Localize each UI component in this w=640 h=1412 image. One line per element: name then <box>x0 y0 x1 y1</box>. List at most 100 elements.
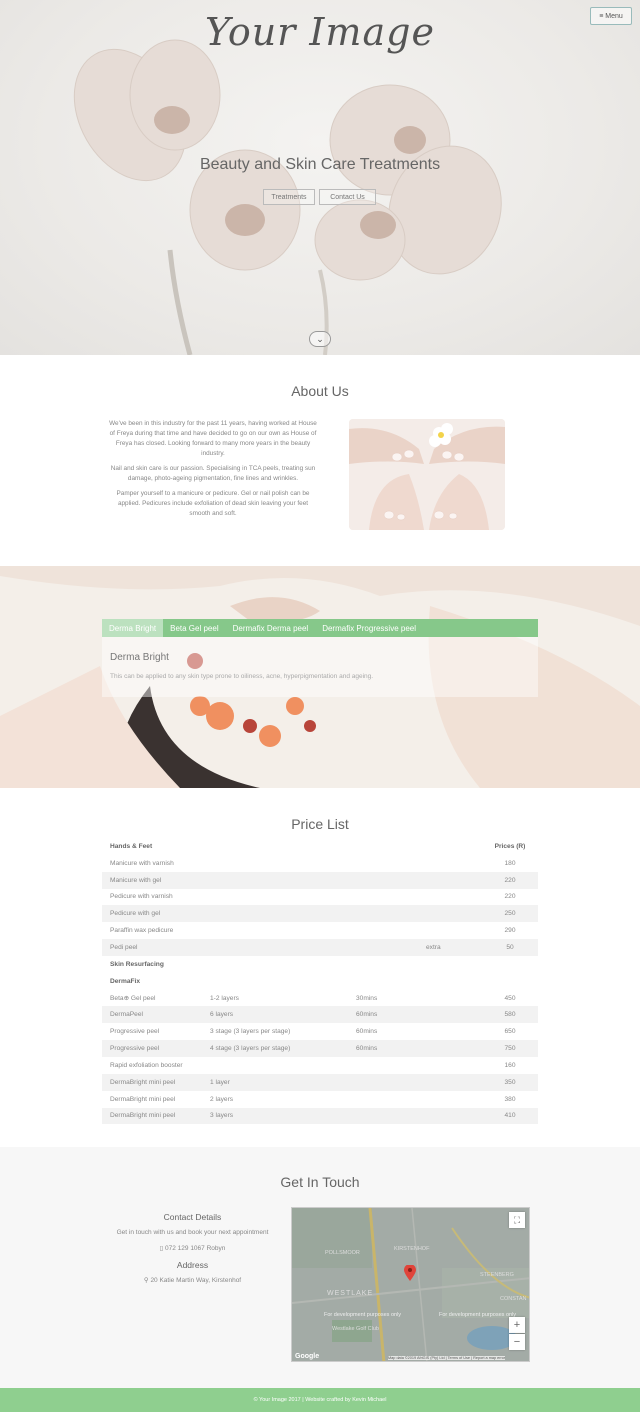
treatment-panel-title: Derma Bright <box>110 652 169 663</box>
mobile-phone-icon: ▯ <box>159 1245 164 1252</box>
about-text: We've been in this industry for the past… <box>108 419 318 524</box>
footer-text: © Your Image 2017 | Website crafted by K… <box>253 1397 387 1403</box>
tab-dermafix-derma-peel[interactable]: Dermafix Derma peel <box>226 619 316 637</box>
map-google-logo: Google <box>295 1353 320 1360</box>
price-cell-c5: 450 <box>504 994 516 1002</box>
price-table: Hands & Feet Prices (R) Manicure with varn… <box>102 838 538 1125</box>
price-cell-c1: Skin Resurfacing <box>110 960 164 968</box>
price-row: Manicure with varnish 180 <box>102 855 538 872</box>
about-paragraph: Pamper yourself to a manicure or pedicur… <box>116 490 310 517</box>
tab-dermafix-progressive-peel[interactable]: Dermafix Progressive peel <box>315 619 423 637</box>
price-cell-c4: extra <box>418 939 482 956</box>
map-dev-notice: For development purposes only <box>324 1312 402 1318</box>
site-logo[interactable]: Your Image <box>0 10 640 54</box>
price-cell-c5: 50 <box>482 939 538 956</box>
price-cell-c1: DermaBright mini peel <box>102 1107 202 1125</box>
address-line: ⚲ 20 Katie Martin Way, Kirstenhof <box>110 1276 275 1286</box>
about-paragraph: Nail and skin care is our passion. Speci… <box>110 465 316 482</box>
map-label: KIRSTENHOF <box>394 1246 430 1252</box>
price-cell-c2 <box>202 956 348 973</box>
price-cell-c4 <box>418 973 482 990</box>
price-row: DermaBright mini peel 2 layers 380 <box>102 1091 538 1108</box>
treatment-panel-text: This can be applied to any skin type pro… <box>110 673 374 680</box>
price-cell-c2 <box>202 838 348 855</box>
price-cell-c1: DermaBright mini peel <box>110 1095 176 1103</box>
price-row: Pedicure with gel 250 <box>102 905 538 923</box>
price-cell-c3 <box>348 838 418 855</box>
price-cell-c2 <box>202 922 348 939</box>
price-cell-c2 <box>202 889 348 906</box>
price-row: DermaBright mini peel 3 layers 410 <box>102 1107 538 1125</box>
price-cell-c3: 60mins <box>348 1040 418 1057</box>
google-map[interactable]: ⛶ POLLSMOOR KIRSTENHOF STEENBERG WESTLAK… <box>291 1207 530 1362</box>
price-cell-c2: 4 stage (3 layers per stage) <box>202 1040 348 1057</box>
map-pin-icon[interactable] <box>404 1264 416 1281</box>
price-cell-c3 <box>348 939 418 956</box>
map-label: Westlake Golf Club <box>332 1326 379 1332</box>
price-row: Pedicure with varnish 220 <box>102 889 538 906</box>
hamburger-icon: ≡ <box>599 12 604 20</box>
map-label: CONSTAN <box>500 1296 527 1302</box>
price-list-title: Price List <box>291 816 349 832</box>
map-label: WESTLAKE <box>327 1290 374 1297</box>
price-cell-c4 <box>418 905 482 923</box>
contact-us-button[interactable]: Contact Us <box>319 189 376 205</box>
about-title: About Us <box>291 383 349 399</box>
price-cell-c4 <box>418 889 482 906</box>
price-cell-c2: 2 layers <box>210 1095 234 1103</box>
phone-line: ▯ 072 129 1067 Robyn <box>110 1244 275 1254</box>
price-cell-c2: 1-2 layers <box>210 994 239 1002</box>
price-cell-c5: 180 <box>504 859 516 867</box>
price-row: Paraffin wax pedicure 290 <box>102 922 538 939</box>
price-cell-c3 <box>348 1091 418 1108</box>
tab-derma-bright[interactable]: Derma Bright <box>102 619 164 637</box>
price-cell-c2: 6 layers <box>202 1006 348 1024</box>
price-row: Beta⊕ Gel peel 1-2 layers 30mins 450 <box>102 990 538 1007</box>
price-cell-c4 <box>418 1040 482 1057</box>
price-cell-c4 <box>418 1023 482 1040</box>
treatments-button[interactable]: Treatments <box>263 189 315 205</box>
phone-number[interactable]: 072 129 1067 Robyn <box>165 1245 225 1252</box>
price-row: Hands & Feet Prices (R) <box>102 838 538 855</box>
map-label: STEENBERG <box>480 1272 514 1278</box>
menu-button[interactable]: ≡ Menu <box>590 7 632 25</box>
price-cell-c1: Hands & Feet <box>110 842 153 850</box>
price-cell-c5: 410 <box>482 1107 538 1125</box>
price-row: DermaPeel 6 layers 60mins 580 <box>102 1006 538 1024</box>
map-attribution[interactable]: Map data ©2019 AfriGIS (Pty) Ltd | Terms… <box>388 1356 506 1360</box>
price-cell-c1: Paraffin wax pedicure <box>110 927 174 935</box>
tab-beta-gel-peel[interactable]: Beta Gel peel <box>163 619 225 637</box>
manicure-pedicure-image <box>349 419 505 530</box>
price-cell-c4 <box>418 1091 482 1108</box>
zoom-out-button[interactable]: − <box>509 1334 525 1350</box>
map-marker-icon: ⚲ <box>143 1277 149 1284</box>
price-cell-c1: Progressive peel <box>102 1040 202 1057</box>
treatment-tab-panel: Derma Bright This can be applied to any … <box>102 637 538 697</box>
price-cell-c5: 650 <box>504 1028 516 1036</box>
scroll-down-button[interactable]: ⌄ <box>309 331 331 347</box>
price-cell-c5: 250 <box>482 905 538 923</box>
price-row: Rapid exfoliation booster 160 <box>102 1057 538 1074</box>
price-cell-c4 <box>418 922 482 939</box>
price-row: Manicure with gel 220 <box>102 871 538 889</box>
price-cell-c2 <box>202 973 348 990</box>
price-cell-c2: 3 stage (3 layers per stage) <box>210 1028 291 1036</box>
price-cell-c4 <box>418 871 482 889</box>
price-cell-c4 <box>418 1073 482 1091</box>
price-cell-c4 <box>418 838 482 855</box>
contact-info: Contact Details Get in touch with us and… <box>110 1212 275 1286</box>
price-cell-c3 <box>348 889 418 906</box>
price-cell-c5: 220 <box>482 871 538 889</box>
price-cell-c3: 60mins <box>356 1028 378 1036</box>
map-label: POLLSMOOR <box>325 1250 360 1256</box>
price-row: Pedi peel extra 50 <box>102 939 538 956</box>
treatment-tabs: Derma Bright Beta Gel peel Dermafix Derm… <box>102 619 538 637</box>
price-cell-c3: 30mins <box>356 994 378 1002</box>
zoom-in-button[interactable]: + <box>509 1317 525 1333</box>
price-cell-c2 <box>202 1057 348 1074</box>
chevron-down-icon: ⌄ <box>316 333 324 344</box>
price-row: Skin Resurfacing <box>102 956 538 973</box>
hero-section: Your Image ≡ Menu Beauty and Skin Care T… <box>0 0 640 355</box>
address-text: 20 Katie Martin Way, Kirstenhof <box>150 1277 242 1284</box>
price-cell-c1: Pedi peel <box>102 939 202 956</box>
